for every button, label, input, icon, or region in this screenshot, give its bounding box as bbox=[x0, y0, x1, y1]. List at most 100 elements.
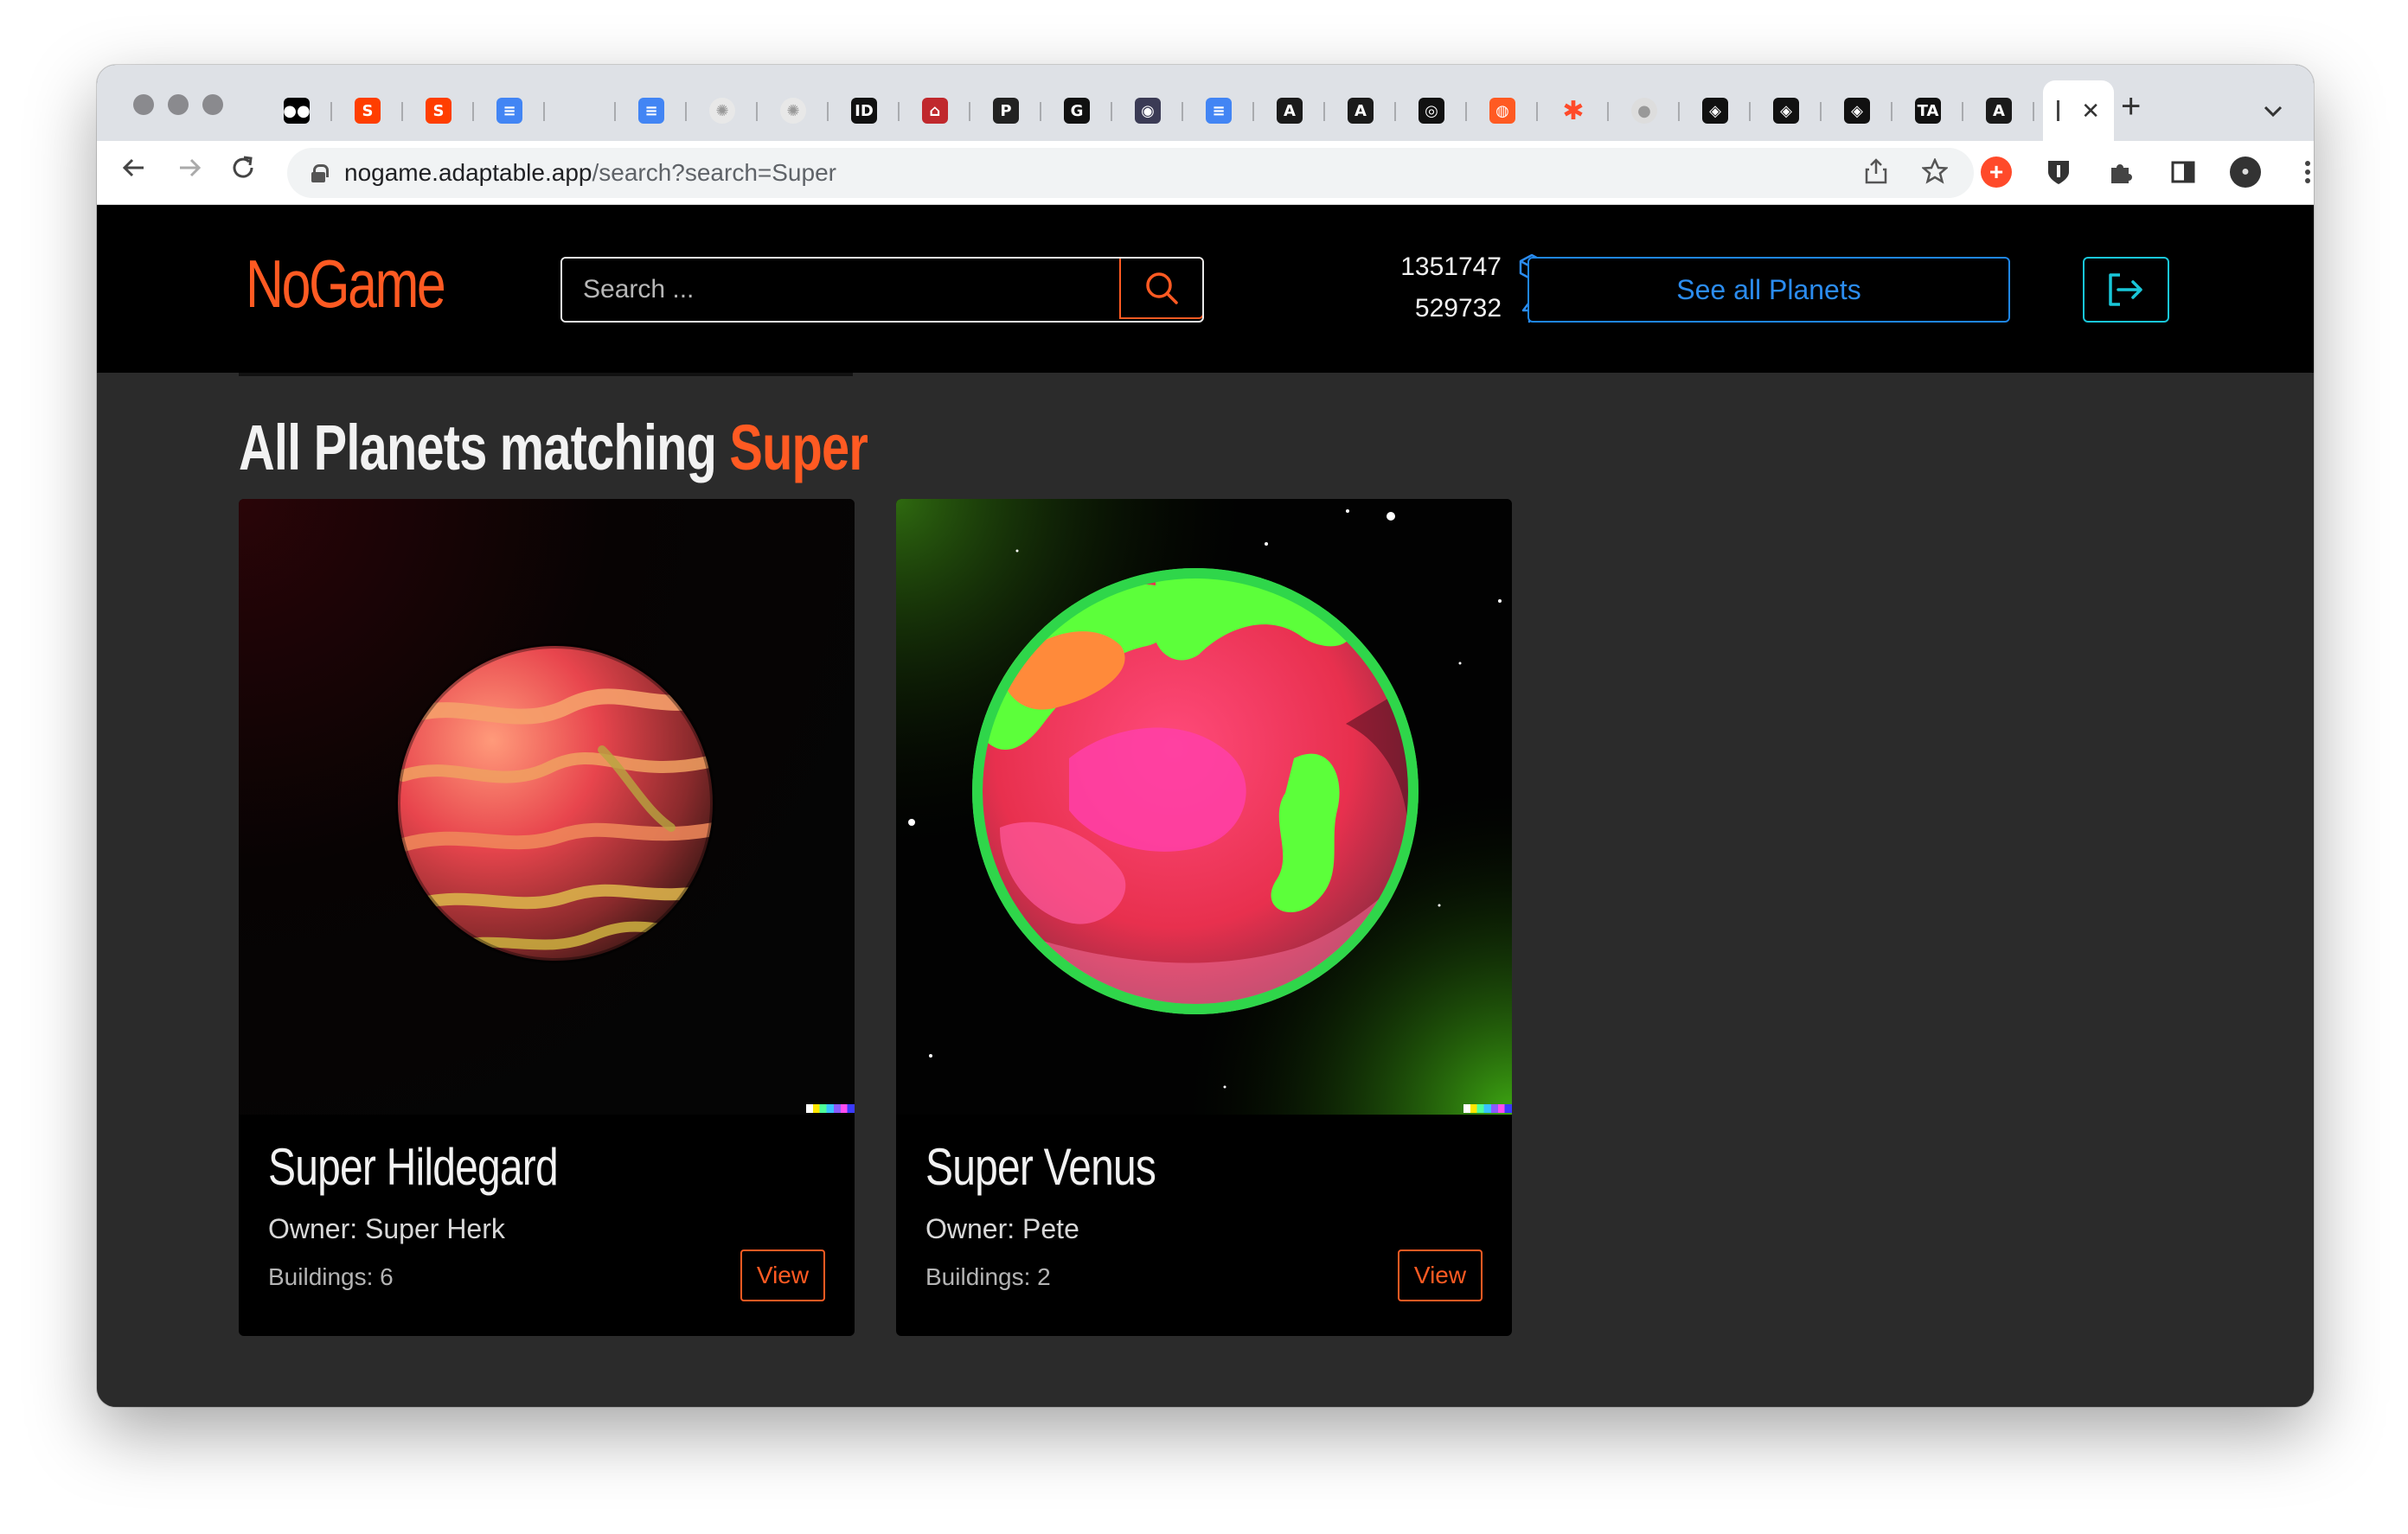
browser-tab[interactable]: A bbox=[1254, 88, 1325, 133]
google-docs-icon: ≡ bbox=[1206, 98, 1232, 124]
share-icon[interactable] bbox=[1865, 158, 1887, 191]
planet-card: Super Venus Owner: Pete Buildings: 2 Vie… bbox=[896, 499, 1512, 1336]
browser-tab[interactable]: ✺ bbox=[758, 88, 829, 133]
window-controls bbox=[133, 94, 223, 115]
browser-tab[interactable]: ≡ bbox=[474, 88, 545, 133]
astro-icon: A bbox=[1986, 98, 2012, 124]
planet-image bbox=[239, 499, 855, 1115]
planet-buildings: Buildings: 6 bbox=[268, 1263, 394, 1290]
asterisk-icon: ✱ bbox=[1562, 95, 1585, 126]
browser-tab[interactable]: ◈ bbox=[1751, 88, 1822, 133]
resources-value: 1351747 bbox=[1400, 252, 1502, 281]
shield-extension-icon[interactable] bbox=[2043, 157, 2074, 188]
tab-search-button[interactable] bbox=[2264, 99, 2283, 124]
github-icon: ◎ bbox=[1419, 98, 1444, 124]
close-tab-icon[interactable]: ✕ bbox=[2081, 99, 2100, 122]
browser-tab[interactable]: ID bbox=[829, 88, 900, 133]
search-form bbox=[560, 257, 1204, 323]
ta-icon: TA bbox=[1915, 98, 1941, 124]
svelte-icon: S bbox=[355, 98, 381, 124]
g-icon: G bbox=[1064, 98, 1090, 124]
tab-strip: ●● S S ≡ ≡ ✺ ✺ ID ⌂ P G ◉ ≡ A A ◎ ◍ ✱ ● ◈ ◈ ◈ TA A ✕ + bbox=[97, 65, 2314, 141]
google-docs-icon: ≡ bbox=[496, 98, 522, 124]
resource-stats: 1351747 529732 bbox=[1339, 246, 1547, 329]
browser-tab[interactable]: ◈ bbox=[1680, 88, 1751, 133]
address-bar[interactable]: nogame.adaptable.app/search?search=Super bbox=[287, 148, 1974, 198]
view-planet-button[interactable]: View bbox=[740, 1250, 825, 1301]
bookmark-star-icon[interactable] bbox=[1920, 157, 1950, 191]
svelte-icon: S bbox=[426, 98, 452, 124]
puzzle-extensions-icon[interactable] bbox=[2105, 157, 2136, 188]
nogame-logo[interactable]: NoGame bbox=[246, 245, 446, 323]
arrow-right-icon bbox=[180, 158, 202, 177]
active-tab[interactable]: ✕ bbox=[2043, 80, 2114, 141]
browser-tab[interactable]: P bbox=[970, 88, 1041, 133]
see-all-planets-button[interactable]: See all Planets bbox=[1527, 257, 2010, 323]
reload-icon bbox=[233, 156, 253, 178]
planet-image bbox=[896, 499, 1512, 1115]
ideo-icon: ID bbox=[851, 98, 877, 124]
planet-name: Super Hildegard bbox=[268, 1138, 559, 1196]
zoom-window-button[interactable] bbox=[202, 94, 223, 115]
browser-toolbar: nogame.adaptable.app/search?search=Super… bbox=[97, 141, 2314, 205]
more-menu-icon[interactable] bbox=[2292, 157, 2314, 188]
search-button[interactable] bbox=[1119, 259, 1202, 319]
reload-button[interactable] bbox=[228, 153, 258, 188]
search-icon bbox=[1146, 272, 1178, 304]
blank-icon bbox=[567, 98, 593, 124]
logout-button[interactable] bbox=[2083, 257, 2169, 323]
browser-tab[interactable]: ⌂ bbox=[900, 88, 970, 133]
browser-tab[interactable]: ≡ bbox=[616, 88, 687, 133]
search-input[interactable] bbox=[562, 259, 1119, 321]
browser-tab[interactable]: S bbox=[332, 88, 403, 133]
dots-icon: ✺ bbox=[780, 98, 806, 124]
page-title: All Planets matching Super bbox=[239, 412, 868, 483]
lock-icon bbox=[311, 164, 329, 182]
header-divider bbox=[239, 373, 853, 376]
planet-name: Super Venus bbox=[925, 1138, 1156, 1196]
browser-tab[interactable]: A bbox=[1325, 88, 1396, 133]
astro-icon: A bbox=[1277, 98, 1303, 124]
forward-button[interactable] bbox=[175, 153, 204, 188]
browser-tab[interactable]: ✱ bbox=[1538, 88, 1609, 133]
energy-value: 529732 bbox=[1414, 294, 1502, 323]
browser-window: ●● S S ≡ ≡ ✺ ✺ ID ⌂ P G ◉ ≡ A A ◎ ◍ ✱ ● ◈ ◈ ◈ TA A ✕ + nogame.a… bbox=[97, 65, 2314, 1407]
browser-tab[interactable]: S bbox=[403, 88, 474, 133]
p-icon: P bbox=[993, 98, 1019, 124]
extension-plus-icon[interactable]: + bbox=[1981, 157, 2012, 188]
google-docs-icon: ≡ bbox=[638, 98, 664, 124]
browser-tab[interactable]: ◈ bbox=[1822, 88, 1892, 133]
tab-list: ●● S S ≡ ≡ ✺ ✺ ID ⌂ P G ◉ ≡ A A ◎ ◍ ✱ ● ◈ ◈ ◈ TA A bbox=[261, 80, 2034, 141]
planet-owner: Owner: Super Herk bbox=[268, 1213, 505, 1244]
dots-icon: ✺ bbox=[709, 98, 735, 124]
arrow-left-icon bbox=[122, 158, 144, 177]
codepen-icon: ◈ bbox=[1773, 98, 1799, 124]
codepen-icon: ◈ bbox=[1702, 98, 1728, 124]
site-header: NoGame 1351747 52973 bbox=[97, 205, 2314, 373]
browser-tab[interactable]: A bbox=[1963, 88, 2034, 133]
sphere-icon: ● bbox=[1631, 98, 1657, 124]
browser-tab[interactable]: ● bbox=[1609, 88, 1680, 133]
pixel-strip bbox=[1463, 1104, 1512, 1113]
profile-avatar[interactable]: ● bbox=[2230, 157, 2261, 188]
planet-owner: Owner: Pete bbox=[925, 1213, 1079, 1244]
side-panel-icon[interactable] bbox=[2168, 157, 2199, 188]
minimize-window-button[interactable] bbox=[168, 94, 189, 115]
view-planet-button[interactable]: View bbox=[1398, 1250, 1483, 1301]
browser-tab[interactable]: G bbox=[1041, 88, 1112, 133]
close-window-button[interactable] bbox=[133, 94, 154, 115]
back-button[interactable] bbox=[119, 153, 149, 188]
browser-tab[interactable]: ≡ bbox=[1183, 88, 1254, 133]
browser-tab[interactable]: TA bbox=[1892, 88, 1963, 133]
new-tab-button[interactable]: + bbox=[2121, 89, 2141, 124]
browser-tab[interactable]: ◍ bbox=[1467, 88, 1538, 133]
browser-tab[interactable]: ✺ bbox=[687, 88, 758, 133]
search-query: Super bbox=[729, 412, 868, 483]
url-text[interactable]: nogame.adaptable.app/search?search=Super bbox=[344, 159, 836, 187]
brain-icon: ◉ bbox=[1135, 98, 1161, 124]
browser-tab[interactable] bbox=[545, 88, 616, 133]
browser-tab[interactable]: ●● bbox=[261, 88, 332, 133]
browser-tab[interactable]: ◎ bbox=[1396, 88, 1467, 133]
pixel-strip bbox=[806, 1104, 855, 1113]
browser-tab[interactable]: ◉ bbox=[1112, 88, 1183, 133]
